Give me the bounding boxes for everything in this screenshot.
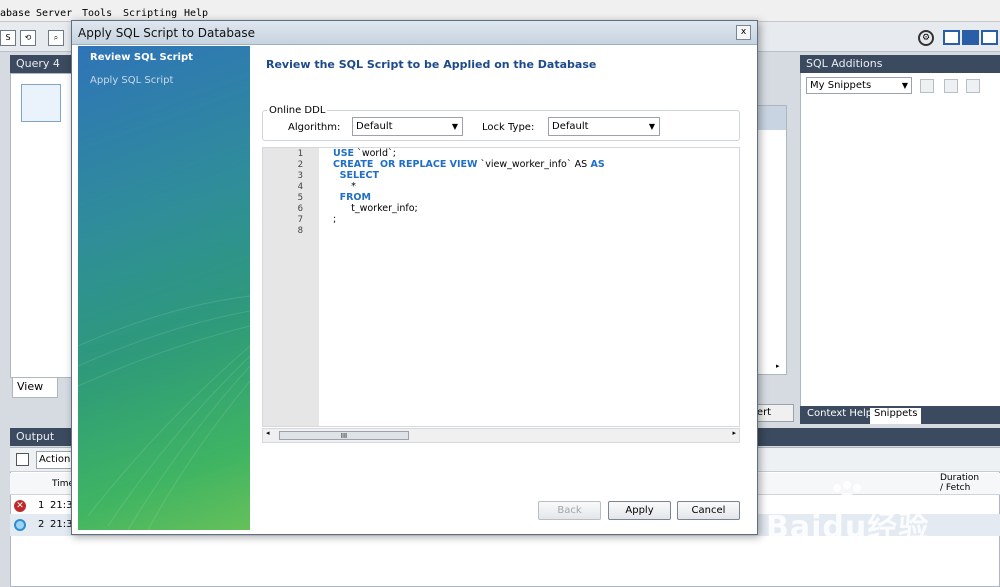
- running-icon: [14, 519, 26, 531]
- menu-help[interactable]: Help: [184, 8, 208, 19]
- error-icon: ✕: [14, 500, 26, 512]
- result-panel: [757, 105, 787, 375]
- line-number: 3: [297, 171, 303, 181]
- code-line: FROM: [333, 192, 371, 203]
- algorithm-select[interactable]: Default ▼: [352, 117, 463, 136]
- scroll-down-icon[interactable]: ▸: [776, 362, 780, 370]
- view-wizard-icon: [21, 84, 61, 122]
- code-keyword: USE: [333, 148, 355, 159]
- page-title: Review the SQL Script to be Applied on t…: [266, 58, 597, 71]
- line-number: 1: [297, 149, 303, 159]
- toggle-output-icon[interactable]: [962, 30, 979, 45]
- code-line: *: [333, 181, 356, 192]
- row-index: 2: [38, 519, 45, 530]
- insert-snippet-icon[interactable]: [920, 79, 934, 93]
- wizard-steps-sidebar: Review SQL Script Apply SQL Script: [78, 46, 250, 530]
- toggle-secondary-sidebar-icon[interactable]: [981, 30, 998, 45]
- tab-query[interactable]: Query 4: [10, 55, 72, 73]
- sql-additions-header: SQL Additions: [800, 55, 1000, 73]
- line-number: 7: [297, 215, 303, 225]
- code-line: CREATE OR REPLACE VIEW `view_worker_info…: [333, 159, 605, 170]
- inspect-icon[interactable]: ⌕: [48, 30, 64, 46]
- algorithm-label: Algorithm:: [288, 122, 341, 133]
- code-text: `view_worker_info` AS: [477, 159, 588, 170]
- code-keyword: FROM: [333, 192, 371, 203]
- line-number: 5: [297, 193, 303, 203]
- watermark: Baidu经验 jingyan.baidu.com: [760, 480, 1000, 570]
- snippets-select[interactable]: My Snippets ▼: [806, 77, 912, 94]
- dialog-titlebar: Apply SQL Script to Database x: [72, 21, 757, 45]
- line-number: 6: [297, 204, 303, 214]
- code-text: `world`;: [354, 148, 396, 159]
- code-line: ;: [333, 214, 336, 225]
- lock-type-label: Lock Type:: [482, 122, 535, 133]
- replace-snippet-icon[interactable]: [944, 79, 958, 93]
- algorithm-value: Default: [356, 121, 393, 132]
- lock-type-select[interactable]: Default ▼: [548, 117, 660, 136]
- line-number-gutter: 1 2 3 4 5 6 7 8: [263, 148, 319, 426]
- code-line: t_worker_info;: [333, 203, 418, 214]
- chevron-down-icon: ▼: [451, 122, 458, 131]
- online-ddl-legend: Online DDL: [267, 105, 328, 116]
- code-text: ;: [333, 214, 337, 225]
- toggle-sidebar-icon[interactable]: [943, 30, 960, 45]
- lock-type-value: Default: [552, 121, 589, 132]
- menu-bar: abase Server Tools Scripting Help: [0, 0, 1000, 22]
- line-number: 2: [297, 160, 303, 170]
- line-number: 8: [297, 226, 303, 236]
- chevron-down-icon: ▼: [901, 81, 908, 90]
- right-tabs: Context Help Snippets: [800, 406, 1000, 424]
- scroll-left-icon[interactable]: ◂: [266, 429, 270, 437]
- line-number: 4: [297, 182, 303, 192]
- query-editor-area[interactable]: [10, 73, 72, 378]
- back-button[interactable]: Back: [538, 501, 601, 520]
- menu-server[interactable]: Server: [36, 8, 72, 19]
- watermark-brand: Baidu经验: [766, 510, 930, 545]
- tab-view[interactable]: View: [12, 378, 58, 398]
- apply-sql-dialog: Apply SQL Script to Database x Review SQ…: [71, 20, 758, 535]
- dialog-title: Apply SQL Script to Database: [78, 26, 255, 40]
- code-text: t_worker_info;: [333, 203, 418, 214]
- scroll-right-icon[interactable]: ▸: [732, 429, 736, 437]
- menu-tools[interactable]: Tools: [82, 8, 112, 19]
- cancel-button[interactable]: Cancel: [677, 501, 740, 520]
- decorative-swoosh: [78, 295, 250, 530]
- watermark-url: jingyan.baidu.com: [768, 542, 907, 560]
- step-apply-sql-script: Apply SQL Script: [90, 75, 174, 86]
- copy-icon[interactable]: [16, 453, 29, 466]
- menu-database[interactable]: abase: [0, 8, 30, 19]
- copy-snippet-icon[interactable]: [966, 79, 980, 93]
- execute-icon[interactable]: ⟲: [20, 30, 36, 46]
- tab-snippets[interactable]: Snippets: [870, 408, 922, 424]
- chevron-down-icon: ▼: [648, 122, 655, 131]
- snippets-select-value: My Snippets: [810, 80, 872, 91]
- scrollbar-thumb[interactable]: III: [279, 431, 409, 440]
- horizontal-scrollbar[interactable]: ◂ III ▸: [262, 428, 740, 443]
- code-keyword: SELECT: [333, 170, 379, 181]
- close-icon[interactable]: x: [736, 25, 751, 40]
- tab-context-help[interactable]: Context Help: [803, 408, 876, 419]
- step-review-sql-script: Review SQL Script: [90, 52, 193, 63]
- code-keyword: CREATE OR REPLACE VIEW: [333, 159, 478, 170]
- settings-icon[interactable]: ⚙: [918, 30, 934, 46]
- apply-button[interactable]: Apply: [608, 501, 671, 520]
- code-text: *: [333, 181, 356, 192]
- menu-scripting[interactable]: Scripting: [123, 8, 177, 19]
- sql-additions-panel: [800, 73, 1000, 406]
- open-script-icon[interactable]: S: [0, 30, 16, 46]
- code-line: SELECT: [333, 170, 379, 181]
- code-line: USE `world`;: [333, 148, 396, 159]
- sql-script-editor[interactable]: 1 2 3 4 5 6 7 8 USE `world`; CREATE OR R…: [262, 147, 740, 427]
